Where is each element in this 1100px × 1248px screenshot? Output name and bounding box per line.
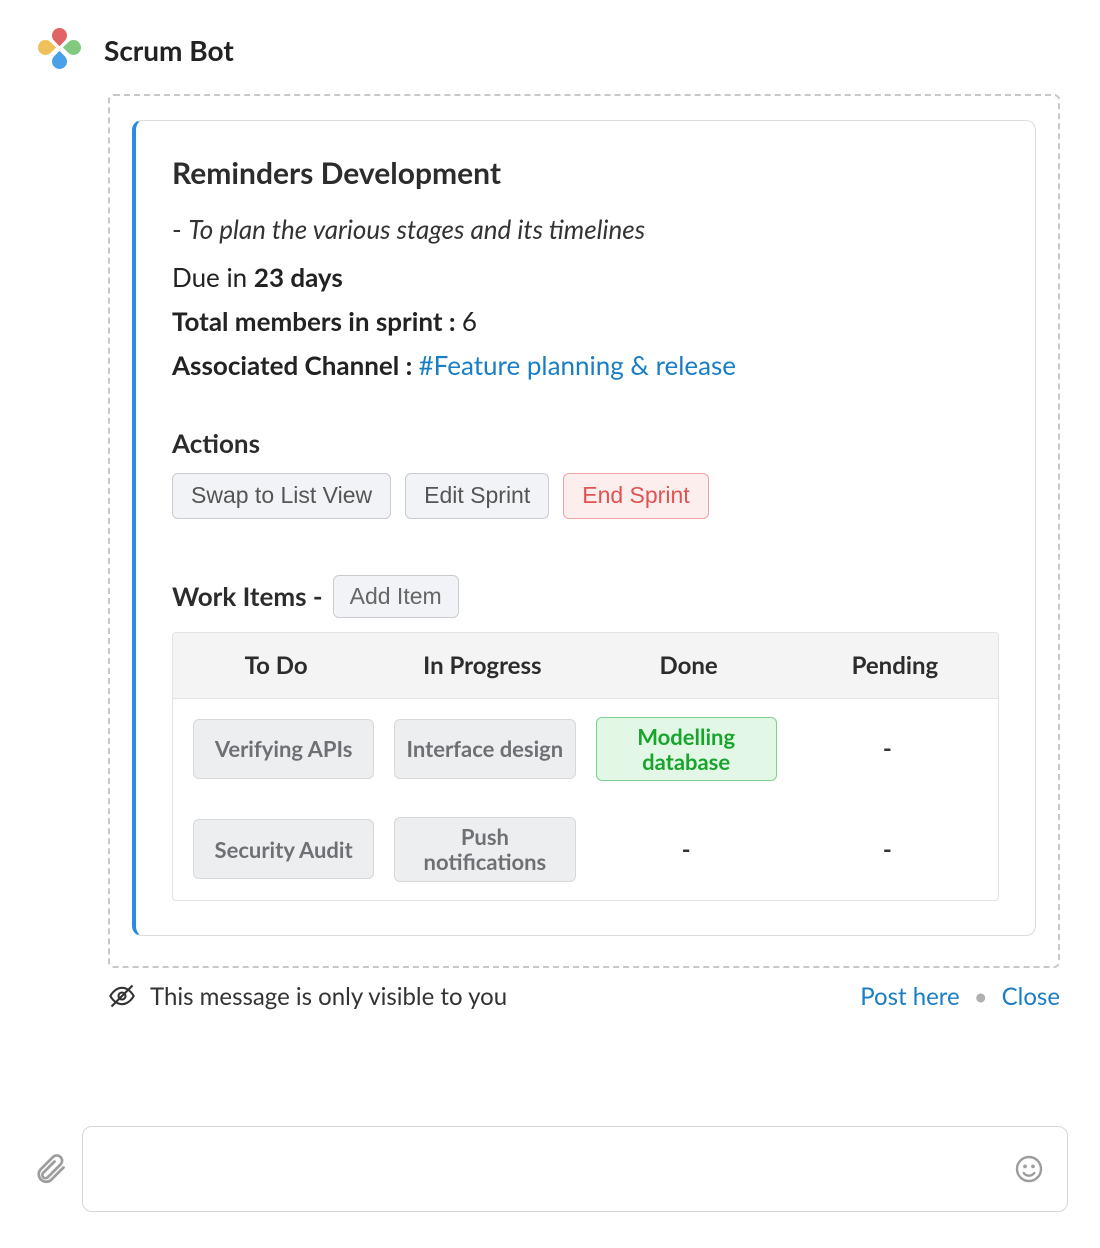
close-link[interactable]: Close bbox=[1002, 982, 1060, 1011]
work-items-board: To Do In Progress Done Pending Verifying… bbox=[172, 632, 999, 901]
message-header: Scrum Bot bbox=[0, 0, 1100, 78]
actions-row: Swap to List View Edit Sprint End Sprint bbox=[172, 473, 999, 519]
empty-cell: - bbox=[682, 835, 691, 864]
sprint-members: Total members in sprint : 6 bbox=[172, 305, 999, 337]
swap-to-list-view-button[interactable]: Swap to List View bbox=[172, 473, 391, 519]
board-header: To Do In Progress Done Pending bbox=[173, 633, 998, 699]
visibility-icon bbox=[108, 982, 136, 1010]
app-name: Scrum Bot bbox=[104, 33, 234, 67]
col-pending: Pending bbox=[792, 633, 998, 698]
sprint-card: Reminders Development - To plan the vari… bbox=[132, 120, 1036, 936]
sprint-members-label: Total members in sprint : bbox=[172, 305, 462, 337]
sprint-channel-link[interactable]: #Feature planning & release bbox=[419, 349, 736, 381]
work-item-chip[interactable]: Push notifications bbox=[394, 817, 575, 882]
col-todo: To Do bbox=[173, 633, 379, 698]
actions-heading: Actions bbox=[172, 427, 999, 459]
work-items-heading-row: Work Items - Add Item bbox=[172, 575, 999, 618]
sprint-channel-label: Associated Channel : bbox=[172, 349, 419, 381]
end-sprint-button[interactable]: End Sprint bbox=[563, 473, 708, 519]
sprint-due-value: 23 days bbox=[254, 261, 343, 293]
work-items-heading: Work Items - bbox=[172, 580, 323, 612]
sprint-due-prefix: Due in bbox=[172, 261, 254, 293]
col-done: Done bbox=[586, 633, 792, 698]
separator-dot: • bbox=[974, 982, 988, 1011]
sprint-title: Reminders Development bbox=[172, 155, 999, 191]
compose-input[interactable] bbox=[82, 1126, 1068, 1212]
table-row: Verifying APIs Interface design Modellin… bbox=[173, 699, 998, 800]
visibility-text: This message is only visible to you bbox=[150, 982, 507, 1011]
emoji-icon[interactable] bbox=[1013, 1153, 1045, 1185]
work-item-chip[interactable]: Security Audit bbox=[193, 819, 374, 879]
col-in-progress: In Progress bbox=[379, 633, 585, 698]
add-item-button[interactable]: Add Item bbox=[333, 575, 459, 618]
app-logo-icon bbox=[40, 28, 84, 72]
sprint-goal-text: To plan the various stages and its timel… bbox=[188, 213, 645, 245]
sprint-due: Due in 23 days bbox=[172, 261, 999, 293]
work-item-chip[interactable]: Interface design bbox=[394, 719, 575, 779]
post-here-link[interactable]: Post here bbox=[860, 982, 960, 1011]
sprint-channel: Associated Channel : #Feature planning &… bbox=[172, 349, 999, 381]
sprint-goal: - To plan the various stages and its tim… bbox=[172, 213, 999, 245]
work-item-chip-done[interactable]: Modelling database bbox=[596, 717, 777, 782]
edit-sprint-button[interactable]: Edit Sprint bbox=[405, 473, 549, 519]
ephemeral-footer: This message is only visible to you Post… bbox=[108, 982, 1060, 1011]
message-attachment-container: Reminders Development - To plan the vari… bbox=[108, 94, 1060, 968]
sprint-members-value: 6 bbox=[462, 305, 477, 337]
compose-row bbox=[32, 1126, 1068, 1212]
empty-cell: - bbox=[883, 734, 892, 763]
table-row: Security Audit Push notifications - - bbox=[173, 799, 998, 900]
attachment-icon[interactable] bbox=[32, 1151, 68, 1187]
work-item-chip[interactable]: Verifying APIs bbox=[193, 719, 374, 779]
empty-cell: - bbox=[883, 835, 892, 864]
